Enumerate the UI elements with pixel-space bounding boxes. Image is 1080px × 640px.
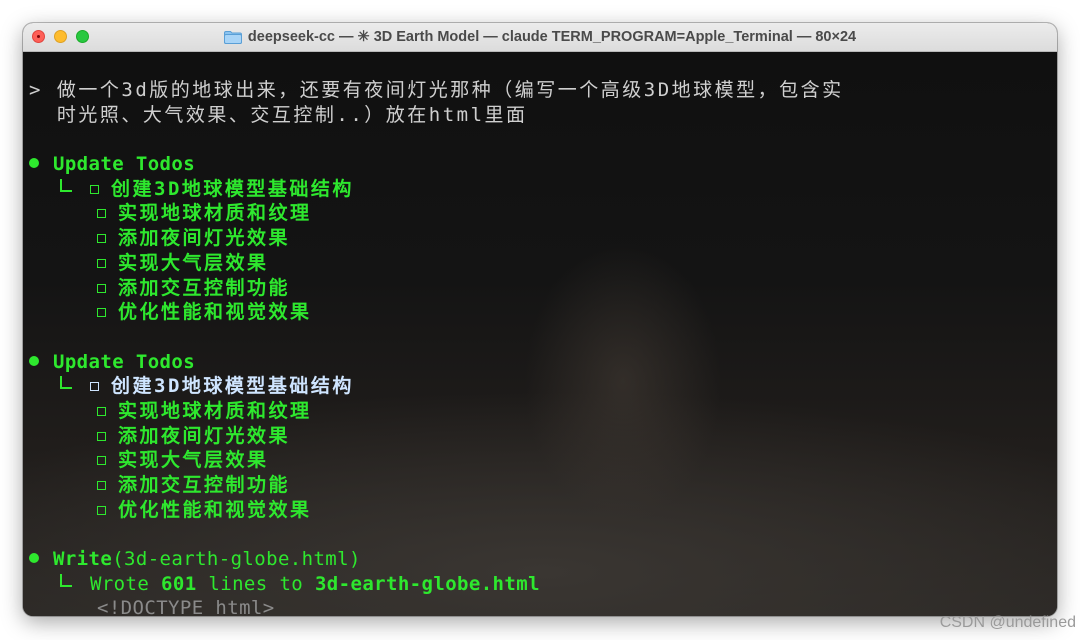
write-tool-line: Write(3d-earth-globe.html) (29, 547, 844, 572)
tool-args: (3d-earth-globe.html) (112, 548, 361, 571)
watermark: CSDN @undefined (939, 614, 1076, 631)
todo-item: 实现地球材质和纹理 (29, 201, 844, 226)
todos-header-2: Update Todos (29, 350, 844, 375)
prompt-text-2: 时光照、大气效果、交互控制..）放在html里面 (56, 103, 528, 126)
todo-item: 实现地球材质和纹理 (29, 399, 844, 424)
line-count: 601 (161, 572, 197, 595)
todo-item: 实现大气层效果 (29, 251, 844, 276)
todo-item: 创建3D地球模型基础结构 (29, 177, 844, 202)
todo-label: 优化性能和视觉效果 (118, 498, 312, 521)
written-file-name: 3d-earth-globe.html (314, 572, 540, 595)
folder-icon (223, 30, 242, 44)
todo-label: 添加交互控制功能 (118, 474, 291, 496)
tree-corner-icon (60, 573, 72, 587)
todo-label: 创建3D地球模型基础结构 (111, 375, 354, 398)
checkbox-icon (97, 431, 106, 441)
checkbox-icon (90, 382, 99, 392)
file-preview-text: <!DOCTYPE html> (97, 597, 275, 616)
todo-label: 实现地球材质和纹理 (118, 399, 312, 422)
file-preview-line: <!DOCTYPE html> (29, 596, 844, 616)
checkbox-icon (97, 258, 106, 268)
tool-name: Write (53, 548, 113, 571)
terminal-output[interactable]: > 做一个3d版的地球出来，还要有夜间灯光那种（编写一个高级3D地球模型，包含实… (23, 52, 1057, 616)
todo-label: 优化性能和视觉效果 (118, 301, 312, 324)
prompt-text-1: 做一个3d版的地球出来，还要有夜间灯光那种（编写一个高级3D地球模型，包含实 (56, 79, 844, 101)
todo-label: 添加夜间灯光效果 (118, 424, 291, 447)
todo-label: 实现大气层效果 (118, 251, 269, 274)
todos-header-text: Update Todos (53, 350, 196, 373)
todo-item-active: 创建3D地球模型基础结构 (29, 374, 844, 399)
checkbox-icon (97, 505, 106, 515)
user-prompt-line-2: 时光照、大气效果、交互控制..）放在html里面 (29, 103, 844, 128)
bullet-icon (29, 355, 39, 366)
tree-corner-icon (60, 178, 72, 192)
bullet-icon (29, 553, 39, 564)
todo-label: 实现地球材质和纹理 (118, 202, 312, 225)
checkbox-icon (97, 481, 106, 490)
todo-item: 实现大气层效果 (29, 448, 844, 473)
todos-header-1: Update Todos (29, 152, 844, 177)
user-prompt-line-1: > 做一个3d版的地球出来，还要有夜间灯光那种（编写一个高级3D地球模型，包含实 (29, 78, 844, 103)
todo-label: 添加交互控制功能 (118, 276, 291, 299)
todo-item: 优化性能和视觉效果 (29, 300, 844, 325)
prompt-marker: > (29, 79, 43, 101)
todo-item: 优化性能和视觉效果 (29, 498, 844, 523)
checkbox-icon (97, 234, 106, 244)
write-result-line: Wrote 601 lines to 3d-earth-globe.html (29, 572, 844, 597)
checkbox-icon (97, 406, 106, 416)
checkbox-icon (97, 308, 106, 318)
checkbox-icon (97, 456, 106, 466)
checkbox-icon (97, 283, 106, 293)
window-title: deepseek-cc — ✳ 3D Earth Model — claude … (247, 29, 857, 45)
todo-item: 添加交互控制功能 (29, 473, 844, 498)
todo-label: 添加夜间灯光效果 (118, 227, 291, 250)
tree-corner-icon (60, 376, 72, 390)
todo-item: 添加夜间灯光效果 (29, 226, 844, 251)
title-bar[interactable]: deepseek-cc — ✳ 3D Earth Model — claude … (23, 23, 1057, 52)
bullet-icon (29, 158, 39, 169)
todo-label: 创建3D地球模型基础结构 (111, 177, 354, 200)
terminal-window: deepseek-cc — ✳ 3D Earth Model — claude … (23, 23, 1057, 616)
todos-header-text: Update Todos (53, 153, 196, 176)
result-prefix: Wrote (90, 572, 162, 595)
todo-label: 实现大气层效果 (118, 449, 269, 472)
todo-item: 添加交互控制功能 (29, 276, 844, 301)
result-mid: lines to (196, 572, 315, 595)
todo-item: 添加夜间灯光效果 (29, 424, 844, 449)
window-title-area: deepseek-cc — ✳ 3D Earth Model — claude … (23, 23, 1057, 51)
checkbox-icon (97, 209, 106, 219)
checkbox-icon (90, 184, 99, 194)
